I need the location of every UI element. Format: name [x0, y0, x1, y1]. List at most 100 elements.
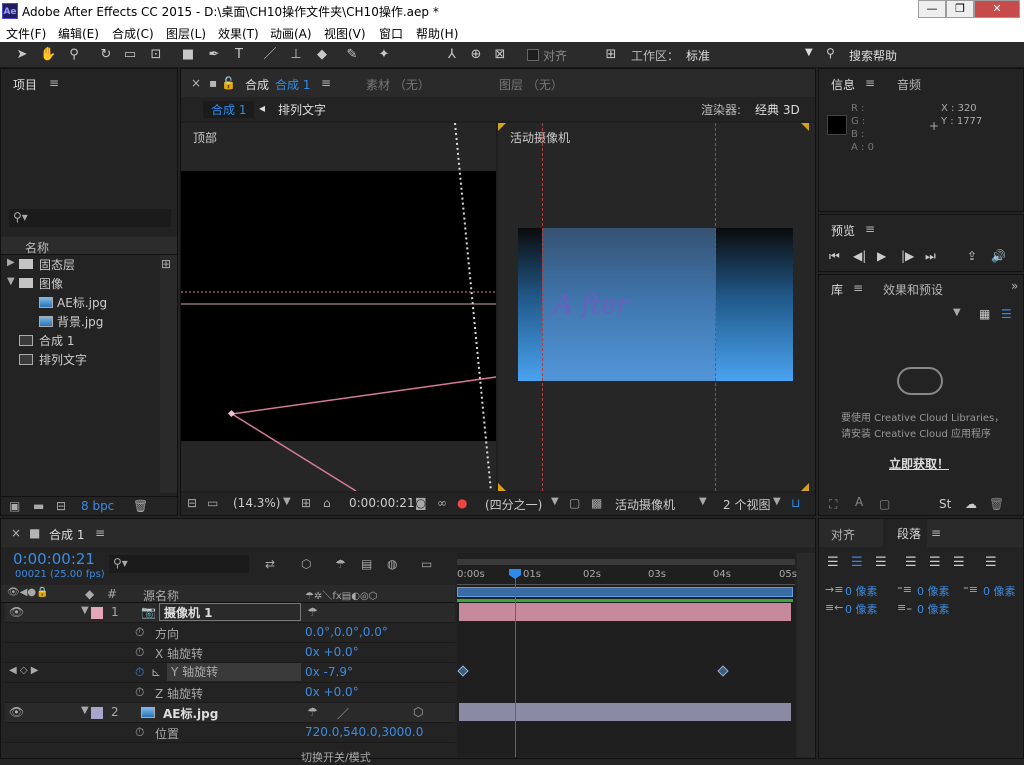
current-time-indicator[interactable] [515, 571, 516, 757]
panel-menu-icon[interactable]: ≡ [49, 76, 59, 90]
views-select[interactable]: 2 个视图 [723, 496, 770, 513]
grid-view-icon[interactable]: ▦ [979, 307, 990, 321]
project-scrollbar[interactable]: ⊞ [160, 255, 177, 493]
time-ruler[interactable]: 0:00s 01s 02s 03s 04s 05s [457, 567, 797, 585]
next-frame-icon[interactable]: |▶ [901, 249, 914, 263]
indent-first-field[interactable]: 0 像素 [983, 583, 1016, 599]
indent-left-field[interactable]: 0 像素 [845, 583, 878, 599]
menu-edit[interactable]: 编辑(E) [58, 25, 99, 42]
menu-effect[interactable]: 效果(T) [218, 25, 259, 42]
snapshot-icon[interactable]: ◙ [415, 496, 427, 510]
justify-center-icon[interactable]: ☰ [929, 555, 941, 570]
composition-tab-name[interactable]: 合成 1 [275, 76, 310, 93]
graph-editor-icon[interactable]: ▭ [421, 557, 432, 571]
left-view-top[interactable]: 顶部 [181, 123, 496, 491]
graph-icon[interactable]: ⊾ [151, 665, 161, 679]
property-value[interactable]: 0x +0.0° [305, 645, 359, 659]
space-before-field[interactable]: 0 像素 [917, 583, 950, 599]
stopwatch-active-icon[interactable]: ⏱ [135, 665, 144, 680]
name-column[interactable]: 名称 [25, 239, 49, 256]
chevron-down-icon[interactable]: ▼ [551, 496, 559, 507]
property-value[interactable]: 0.0°,0.0°,0.0° [305, 625, 388, 639]
shy-switch-icon[interactable]: ☂ [307, 605, 318, 619]
property-row-z-rotation[interactable]: ⏱ Z 轴旋转 0x +0.0° [5, 683, 455, 703]
panel-menu-icon[interactable]: ≡ [865, 222, 875, 236]
close-tab-icon[interactable]: × [11, 526, 21, 540]
keyframe-marker[interactable] [717, 665, 729, 677]
align-checkbox[interactable] [527, 49, 539, 61]
delete-icon[interactable]: 🗑 [989, 497, 1004, 511]
project-tab[interactable]: 项目 [13, 76, 37, 93]
layer-name[interactable]: 摄像机 1 [159, 603, 301, 621]
menu-file[interactable]: 文件(F) [6, 25, 46, 42]
close-button[interactable]: ✕ [974, 0, 1020, 18]
menu-help[interactable]: 帮助(H) [416, 25, 458, 42]
comp-mini-flowchart-icon[interactable]: ⇄ [265, 557, 275, 571]
minimize-button[interactable]: — [918, 0, 946, 18]
shy-layers-icon[interactable]: ☂ [335, 557, 346, 571]
local-axis-icon[interactable]: ⅄ [444, 47, 460, 63]
current-time-display[interactable]: 0:00:00:21 [349, 496, 415, 510]
pan-behind-tool-icon[interactable]: ⊡ [148, 47, 164, 63]
project-item[interactable]: 合成 1 [1, 331, 161, 351]
clone-stamp-tool-icon[interactable]: ⊥ [288, 47, 304, 63]
zoom-select[interactable]: (14.3%) [233, 496, 280, 510]
selection-tool-icon[interactable]: ➤ [14, 47, 30, 63]
keyframe-navigator-icon[interactable]: ◀ ◇ ▶ [9, 665, 38, 676]
list-view-icon[interactable]: ☰ [1001, 307, 1012, 321]
visibility-icon[interactable]: 👁 [9, 605, 24, 619]
keyframe-marker[interactable] [457, 665, 469, 677]
3d-layer-icon[interactable]: ⬡ [413, 705, 423, 719]
chevron-down-icon[interactable]: ▼ [805, 47, 813, 58]
layer-row-ae-image[interactable]: 👁 ▼ 2 AE标.jpg ☂ ／ ⬡ [5, 703, 455, 723]
add-graphic-icon[interactable]: ⛶ [829, 497, 837, 512]
project-item[interactable]: ▼ 图像 [1, 274, 161, 294]
draft-3d-icon[interactable]: ⬡ [301, 557, 311, 571]
menu-layer[interactable]: 图层(L) [166, 25, 206, 42]
right-view-camera[interactable]: 活动摄像机 A fter [498, 123, 815, 491]
image-layer-bar[interactable] [459, 703, 791, 721]
panel-menu-icon[interactable]: ≡ [931, 526, 941, 540]
search-help-input[interactable]: 搜索帮助 [849, 47, 897, 64]
channel-icon[interactable]: ● [457, 496, 467, 510]
zoom-tool-icon[interactable]: ⚲ [66, 47, 82, 63]
flow-next-comp[interactable]: 排列文字 [278, 101, 326, 118]
library-tab[interactable]: 库 [831, 281, 843, 298]
resolution-select[interactable]: (四分之一) [485, 496, 542, 513]
lock-icon[interactable]: ▪ 🔓 [209, 76, 236, 90]
add-text-icon[interactable]: A [855, 495, 863, 509]
show-snapshot-icon[interactable]: ∞ [437, 496, 447, 510]
workspace-select[interactable]: 标准 [686, 47, 710, 64]
hand-tool-icon[interactable]: ✋ [40, 47, 56, 63]
layer-row-camera[interactable]: 👁 ▼ 1 📷 摄像机 1 ☂ [5, 603, 455, 623]
property-row-orientation[interactable]: ⏱ 方向 0.0°,0.0°,0.0° [5, 623, 455, 643]
info-tab[interactable]: 信息 [831, 76, 855, 93]
flow-active-comp[interactable]: 合成 1 [203, 101, 255, 118]
audio-icon[interactable]: 🔊 [991, 249, 1006, 263]
last-frame-icon[interactable]: ⏭ [925, 249, 936, 264]
timeline-scrollbar[interactable] [797, 553, 815, 757]
paragraph-tab[interactable]: 段落 [883, 519, 928, 547]
camera-tool-icon[interactable]: ▭ [122, 47, 138, 63]
chevron-down-icon[interactable]: ▼ [773, 496, 781, 507]
first-frame-icon[interactable]: ⏮ [829, 249, 840, 264]
project-search-input[interactable]: ⚲▾ [9, 209, 171, 227]
property-row-y-rotation[interactable]: ◀ ◇ ▶ ⏱ ⊾ Y 轴旋转 0x -7.9° [5, 663, 455, 683]
property-value[interactable]: 720.0,540.0,3000.0 [305, 725, 423, 739]
puppet-tool-icon[interactable]: ✦ [376, 47, 392, 63]
align-tab[interactable]: 对齐 [831, 526, 855, 543]
text-tool-icon[interactable]: T [231, 47, 247, 63]
renderer-select[interactable]: 经典 3D [755, 101, 800, 118]
preview-tab[interactable]: 预览 [831, 222, 855, 239]
property-value[interactable]: 0x +0.0° [305, 685, 359, 699]
justify-right-icon[interactable]: ☰ [953, 555, 965, 570]
project-item[interactable]: 排列文字 [1, 350, 161, 370]
justify-left-icon[interactable]: ☰ [905, 555, 917, 570]
always-preview-icon[interactable]: ⊟ [187, 496, 197, 510]
eraser-tool-icon[interactable]: ◆ [314, 47, 330, 63]
chevron-right-icon[interactable]: ▶ [7, 257, 15, 268]
panel-menu-icon[interactable]: ≡ [853, 281, 863, 295]
new-comp-icon[interactable]: ⊟ [56, 499, 66, 513]
loop-icon[interactable]: ⇪ [967, 249, 977, 263]
timeline-search-input[interactable]: ⚲▾ [109, 555, 249, 573]
